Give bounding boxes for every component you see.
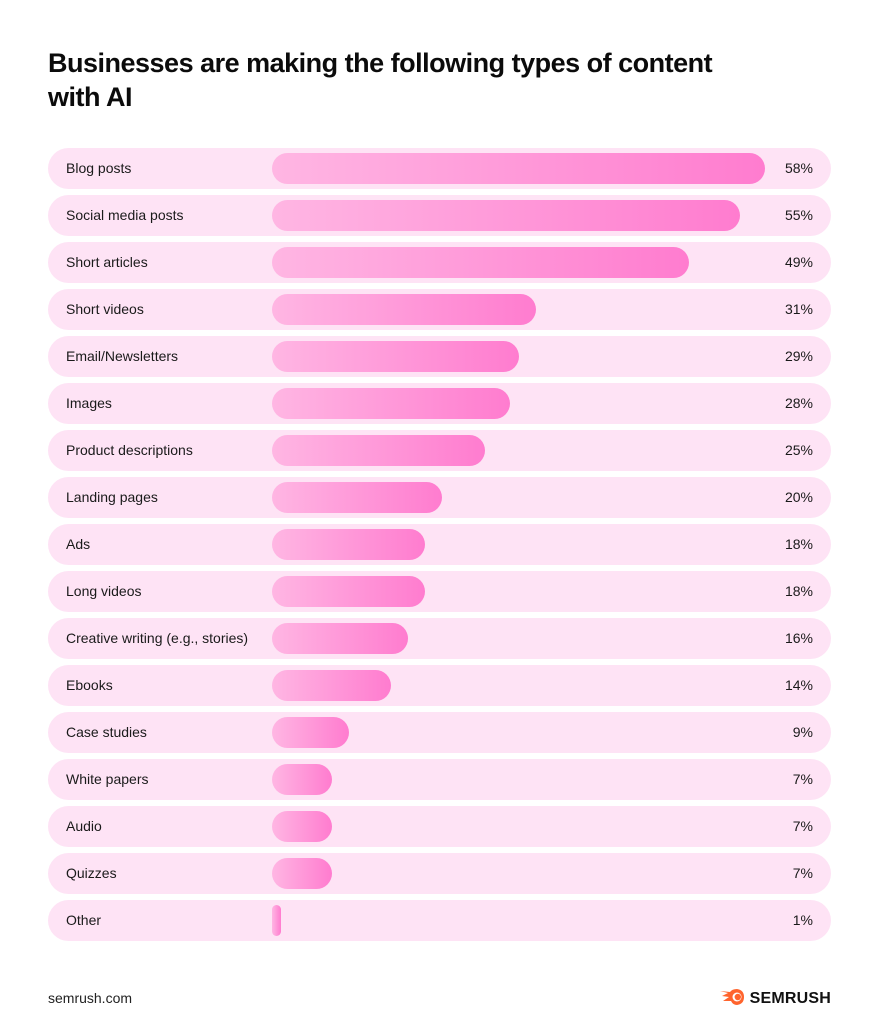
value-label: 20% <box>784 489 813 505</box>
bar-row: Landing pages 20% <box>48 477 831 518</box>
value-label: 25% <box>784 442 813 458</box>
value-label: 49% <box>784 254 813 270</box>
bar-row: Product descriptions 25% <box>48 430 831 471</box>
bar-row: Short articles 49% <box>48 242 831 283</box>
value-label: 7% <box>792 865 813 881</box>
bar <box>272 482 442 513</box>
value-label: 9% <box>792 724 813 740</box>
bar <box>272 153 765 184</box>
bar <box>272 341 519 372</box>
category-label: Images <box>66 395 112 411</box>
bar-row: Ebooks 14% <box>48 665 831 706</box>
chart-title: Businesses are making the following type… <box>48 48 713 112</box>
value-label: 7% <box>792 818 813 834</box>
bar-row: Ads 18% <box>48 524 831 565</box>
category-label: Landing pages <box>66 489 158 505</box>
bar-row: Images 28% <box>48 383 831 424</box>
bar-row: Long videos 18% <box>48 571 831 612</box>
category-label: Creative writing (e.g., stories) <box>66 630 249 646</box>
category-label: Social media posts <box>66 207 184 223</box>
bar-row: Social media posts 55% <box>48 195 831 236</box>
category-label: Audio <box>66 818 102 834</box>
bar <box>272 529 425 560</box>
bar-row: Other 1% <box>48 900 831 941</box>
value-label: 31% <box>784 301 813 317</box>
bar <box>272 623 408 654</box>
bar <box>272 717 349 748</box>
bar <box>272 905 281 936</box>
value-label: 1% <box>792 912 813 928</box>
bar-row: Case studies 9% <box>48 712 831 753</box>
category-label: Short articles <box>66 254 148 270</box>
bar <box>272 811 332 842</box>
category-label: Blog posts <box>66 160 132 176</box>
category-label: Case studies <box>66 724 147 740</box>
category-label: Long videos <box>66 583 142 599</box>
bar-row: White papers 7% <box>48 759 831 800</box>
bar-row: Quizzes 7% <box>48 853 831 894</box>
value-label: 16% <box>784 630 813 646</box>
category-label: Quizzes <box>66 865 117 881</box>
value-label: 55% <box>784 207 813 223</box>
value-label: 14% <box>784 677 813 693</box>
category-label: Email/Newsletters <box>66 348 179 364</box>
brand-name: SEMRUSH <box>749 990 831 1007</box>
semrush-fire-icon <box>719 988 745 1010</box>
bar <box>272 435 485 466</box>
bar <box>272 858 332 889</box>
bar <box>272 247 689 278</box>
value-label: 7% <box>792 771 813 787</box>
bar-row: Short videos 31% <box>48 289 831 330</box>
bar <box>272 294 536 325</box>
category-label: Ebooks <box>66 677 113 693</box>
bar-row: Audio 7% <box>48 806 831 847</box>
value-label: 18% <box>784 536 813 552</box>
value-label: 58% <box>784 160 813 176</box>
category-label: White papers <box>66 771 149 787</box>
category-label: Short videos <box>66 301 144 317</box>
bar-row: Blog posts 58% <box>48 148 831 189</box>
bar <box>272 388 510 419</box>
bar <box>272 670 391 701</box>
bar-row: Email/Newsletters 29% <box>48 336 831 377</box>
value-label: 28% <box>784 395 813 411</box>
bar <box>272 764 332 795</box>
bar-row: Creative writing (e.g., stories) 16% <box>48 618 831 659</box>
bar-chart: Blog posts 58% Social media posts 55% Short … <box>48 148 831 947</box>
category-label: Other <box>66 912 102 928</box>
value-label: 29% <box>784 348 813 364</box>
category-label: Product descriptions <box>66 442 193 458</box>
category-label: Ads <box>66 536 91 552</box>
value-label: 18% <box>784 583 813 599</box>
bar <box>272 200 740 231</box>
bar <box>272 576 425 607</box>
semrush-logo: SEMRUSH <box>719 988 831 1010</box>
source-text: semrush.com <box>48 990 133 1006</box>
